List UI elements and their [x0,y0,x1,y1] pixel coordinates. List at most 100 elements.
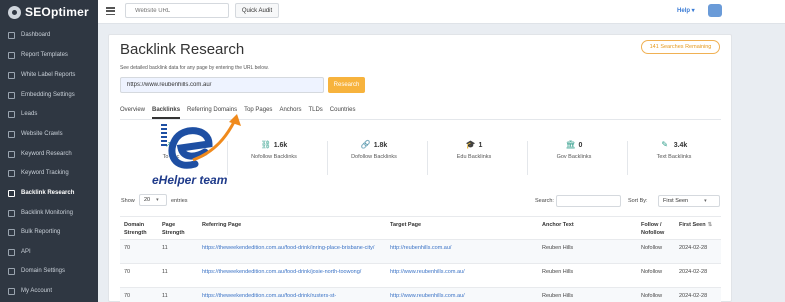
stat-card: 🎓 1 Edu Backlinks [439,141,509,161]
sidebar-item-label: Website Crawls [21,131,63,137]
sort-icon[interactable]: ⇅ [708,222,713,228]
tab-anchors[interactable]: Anchors [279,105,301,119]
sidebar-item-api[interactable]: API [0,245,98,259]
stat-label: Text Backlinks [656,154,692,160]
sidebar-item-dashboard[interactable]: Dashboard [0,28,98,42]
sidebar-item-label: Keyword Tracking [21,170,69,176]
referring-page-link[interactable]: https://theweekendedition.com.au/food-dr… [202,268,382,276]
table-cell: 2024-02-28 [679,293,708,299]
sidebar-item-bulk-reporting[interactable]: Bulk Reporting [0,225,98,239]
table-search-input[interactable] [556,195,621,207]
website-url-input[interactable] [125,3,229,18]
logo-gear-icon [8,5,21,19]
referring-page-link[interactable]: https://theweekendedition.com.au/food-dr… [202,292,382,300]
column-header[interactable]: Target Page [390,221,530,229]
sidebar-item-website-crawls[interactable]: Website Crawls [0,127,98,141]
table-cell: 11 [162,245,168,251]
column-header[interactable]: Page Strength [162,221,198,237]
help-menu[interactable]: Help ▾ [677,7,695,14]
column-header[interactable]: First Seen ⇅ [679,221,721,229]
searches-remaining-badge: 141 Searches Remaining [641,40,720,54]
target-page-link[interactable]: http://reubenhills.com.au/ [390,244,530,252]
page-subtitle: See detailed backlink data for any page … [120,65,269,71]
sidebar: SEOptimer Dashboard Report Templates White… [0,0,98,302]
brand-logo[interactable]: SEOptimer [0,0,98,24]
column-header[interactable]: Domain Strength [124,221,160,237]
table-row: 70 11 https://theweekendedition.com.au/foo… [120,264,721,288]
domain-icon [8,267,15,275]
target-page-link[interactable]: http://www.reubenhills.com.au/ [390,292,530,300]
table-cell: 70 [124,293,131,299]
stat-label: Dofollow Backlinks [351,154,397,160]
stat-card: ✎ 3.4k Text Backlinks [639,141,709,161]
entries-select[interactable]: 20 ▾ [139,194,167,206]
sidebar-item-my-account[interactable]: My Account [0,284,98,298]
sidebar-item-white-label-reports[interactable]: White Label Reports [0,68,98,82]
stat-divider [527,141,528,175]
column-header-label: Page Strength [162,222,185,236]
sort-by-value: First Seen [663,198,689,204]
quick-audit-button[interactable]: Quick Audit [235,3,279,18]
sidebar-item-leads[interactable]: Leads [0,107,98,121]
column-header[interactable]: Anchor Text [542,221,637,229]
tab-countries[interactable]: Countries [330,105,356,119]
sidebar-item-label: Bulk Reporting [21,229,61,235]
crawl-icon [8,130,15,138]
account-icon [8,287,15,295]
sidebar-item-label: Report Templates [21,52,68,58]
chevron-down-icon: ▾ [156,197,159,203]
tab-overview[interactable]: Overview [120,105,145,119]
graduation-cap-icon: 🎓 [465,140,476,149]
column-header-label: Domain Strength [124,222,147,236]
tab-tlds[interactable]: TLDs [308,105,322,119]
sidebar-item-backlink-research[interactable]: Backlink Research [0,186,98,200]
stat-value: 3.4k [673,141,688,149]
leads-icon [8,110,15,118]
stat-value: 0 [578,141,583,149]
sidebar-item-keyword-research[interactable]: Keyword Research [0,147,98,161]
column-header-label: Anchor Text [542,222,574,228]
referring-page-link[interactable]: https://theweekendedition.com.au/food-dr… [202,244,382,252]
table-row: 70 11 https://theweekendedition.com.au/foo… [120,288,721,302]
tab-top-pages[interactable]: Top Pages [244,105,272,119]
stat-value: 1.8k [373,141,388,149]
sidebar-item-report-templates[interactable]: Report Templates [0,48,98,62]
research-button[interactable]: Research [328,77,365,93]
sidebar-item-label: Leads [21,111,38,117]
top-bar: Quick Audit Help ▾ [98,0,785,24]
column-header-label: Target Page [390,222,422,228]
column-header[interactable]: Referring Page [202,221,382,229]
sidebar-item-keyword-tracking[interactable]: Keyword Tracking [0,166,98,180]
avatar[interactable] [708,4,722,17]
sidebar-item-label: Backlink Research [21,190,75,196]
stat-value: 1.6k [273,141,288,149]
table-cell: 70 [124,269,131,275]
sidebar-item-label: Domain Settings [21,268,66,274]
search-label: Search: [535,198,554,204]
unlink-icon: ⛓ [260,140,271,149]
sort-by-select[interactable]: First Seen ▾ [658,195,720,207]
template-icon [8,51,15,59]
table-cell: Reuben Hills [542,269,574,275]
stat-card: 🏛 0 Gov Backlinks [539,141,609,161]
stat-divider [327,141,328,175]
stat-label: Gov Backlinks [556,154,592,160]
column-header[interactable]: Follow / Nofollow [641,221,677,237]
menu-icon[interactable] [106,7,115,15]
backlink-url-input[interactable] [120,77,324,93]
stat-divider [427,141,428,175]
table-cell: 11 [162,293,168,299]
bank-icon: 🏛 [565,140,576,149]
bulk-icon [8,228,15,236]
sidebar-item-embedding-settings[interactable]: Embedding Settings [0,88,98,102]
table-cell: 2024-02-28 [679,269,708,275]
sort-by-label: Sort By: [628,198,648,204]
keyword-icon [8,150,15,158]
sidebar-item-domain-settings[interactable]: Domain Settings [0,264,98,278]
column-header-label: Referring Page [202,222,242,228]
chevron-down-icon: ▾ [704,198,707,204]
sidebar-item-backlink-monitoring[interactable]: Backlink Monitoring [0,206,98,220]
target-page-link[interactable]: http://www.reubenhills.com.au/ [390,268,530,276]
link-icon: 🔗 [360,140,371,149]
column-header-label: First Seen [679,222,706,228]
